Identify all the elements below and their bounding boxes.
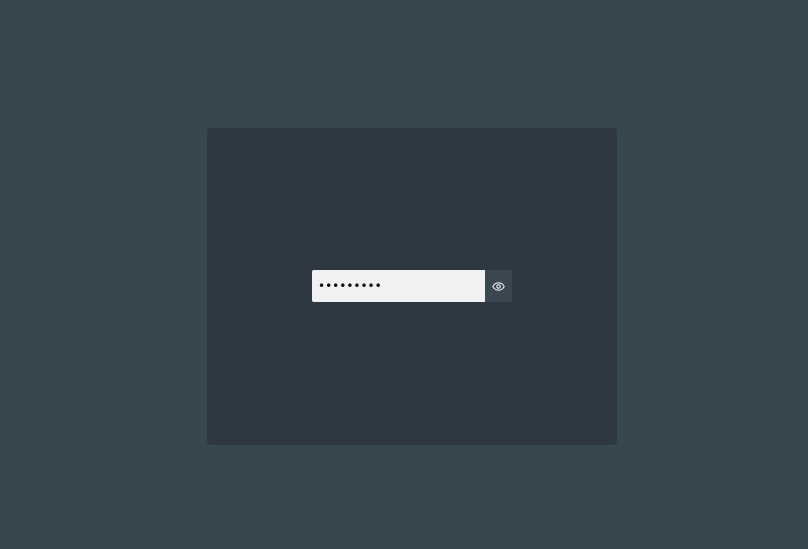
eye-icon [492,281,505,291]
password-input[interactable] [312,270,485,302]
password-field-group [312,270,512,302]
show-password-button[interactable] [485,270,512,302]
login-card [207,128,617,445]
